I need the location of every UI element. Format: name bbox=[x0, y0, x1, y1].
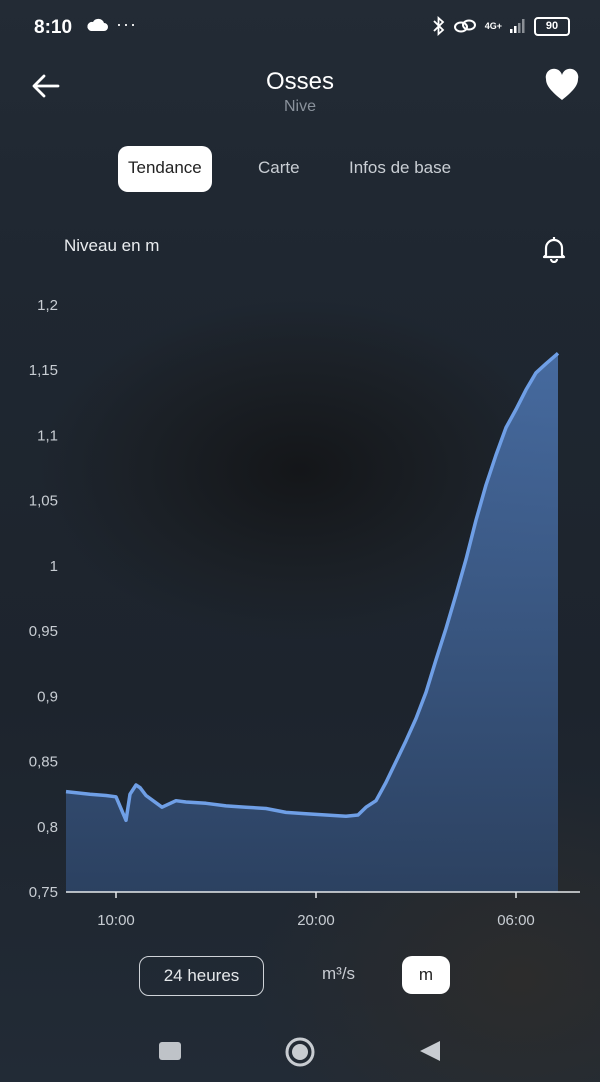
system-nav-bar bbox=[0, 1030, 600, 1074]
status-bar: 8:10 ··· 4G+ 90 bbox=[0, 0, 600, 56]
y-tick-label: 0,85 bbox=[29, 754, 58, 771]
back-triangle-icon[interactable] bbox=[418, 1039, 442, 1063]
4g-signal-icon: 4G+ bbox=[484, 20, 502, 31]
page-subtitle: Nive bbox=[283, 98, 316, 115]
heart-icon[interactable] bbox=[544, 68, 580, 102]
level-area bbox=[66, 353, 558, 892]
chart-controls: 24 heures m³/s m bbox=[0, 956, 600, 998]
app-bar: Osses Nive bbox=[0, 60, 600, 130]
more-dots-icon: ··· bbox=[116, 14, 137, 34]
x-tick-label: 20:00 bbox=[297, 912, 335, 929]
tab-bar: Tendance Carte Infos de base bbox=[0, 146, 600, 192]
x-tick-label: 06:00 bbox=[497, 912, 535, 929]
tab-carte[interactable]: Carte bbox=[258, 146, 300, 192]
tab-tendance[interactable]: Tendance bbox=[118, 146, 212, 192]
y-tick-label: 0,8 bbox=[37, 819, 58, 836]
chart-label: Niveau en m bbox=[64, 236, 160, 255]
y-tick-label: 1,2 bbox=[37, 297, 58, 314]
battery-icon: 90 bbox=[534, 16, 570, 36]
bell-icon[interactable] bbox=[540, 235, 568, 263]
status-right-icons: 4G+ 90 bbox=[433, 16, 570, 36]
bluetooth-icon bbox=[433, 16, 445, 36]
signal-bars-icon bbox=[510, 19, 525, 33]
range-24h-button[interactable]: 24 heures bbox=[139, 956, 264, 996]
status-time: 8:10 bbox=[34, 17, 73, 38]
recent-apps-icon[interactable] bbox=[159, 1042, 181, 1060]
y-tick-label: 0,9 bbox=[37, 688, 58, 705]
y-tick-label: 1,15 bbox=[29, 362, 58, 379]
unit-level-toggle[interactable]: m bbox=[402, 956, 450, 994]
tab-infos-de-base[interactable]: Infos de base bbox=[349, 146, 451, 192]
y-tick-label: 0,95 bbox=[29, 623, 58, 640]
page-title: Osses bbox=[265, 68, 334, 95]
level-chart: 0,75 0,8 0,85 0,9 0,95 1 1,05 1,1 1,15 1,2 10:00 2… bbox=[29, 297, 580, 929]
unit-flow-toggle[interactable]: m³/s bbox=[322, 956, 355, 994]
y-tick-label: 0,75 bbox=[29, 884, 58, 901]
home-icon[interactable] bbox=[284, 1036, 316, 1068]
x-tick-label: 10:00 bbox=[97, 912, 135, 929]
y-tick-label: 1,1 bbox=[37, 427, 58, 444]
link-icon bbox=[453, 19, 476, 33]
cloud-icon bbox=[87, 18, 108, 31]
y-tick-label: 1,05 bbox=[29, 493, 58, 510]
y-tick-label: 1 bbox=[50, 558, 58, 575]
